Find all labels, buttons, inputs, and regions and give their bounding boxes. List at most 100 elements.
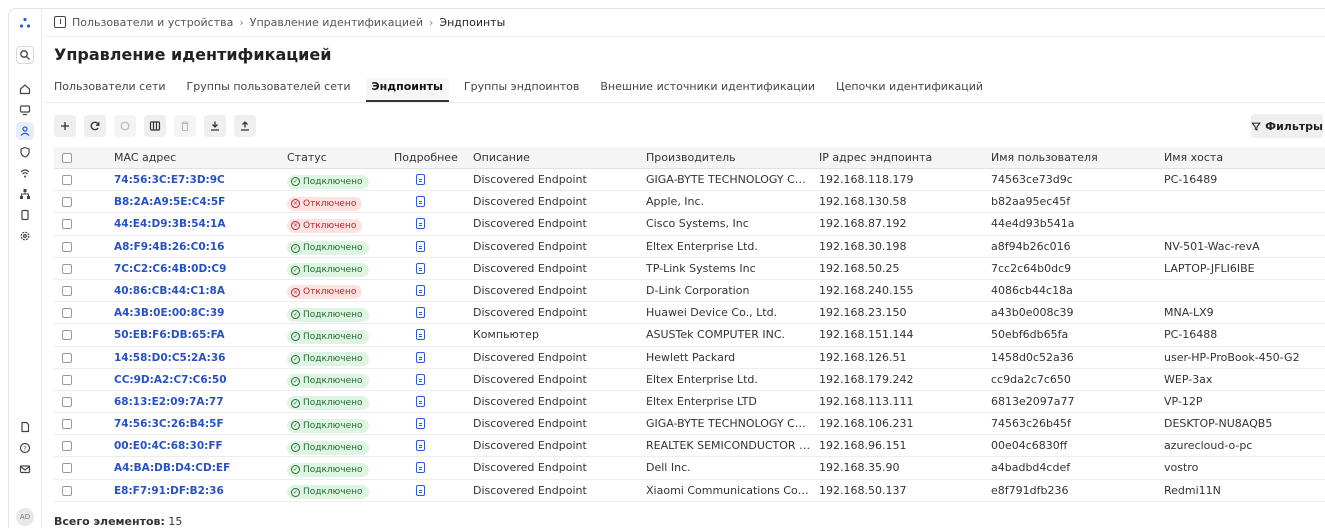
header-status[interactable]: Статус — [287, 147, 327, 169]
table-row[interactable]: A4:3B:0E:00:8C:39 ✓ Подключено Discovered E… — [54, 302, 1325, 325]
header-user[interactable]: Имя пользователя — [991, 147, 1098, 169]
details-document-icon[interactable] — [416, 440, 425, 452]
row-checkbox[interactable] — [62, 463, 72, 474]
mac-link[interactable]: 68:13:E2:09:7A:77 — [114, 391, 279, 413]
details-document-icon[interactable] — [416, 329, 425, 341]
mac-link[interactable]: A4:3B:0E:00:8C:39 — [114, 302, 279, 324]
row-checkbox[interactable] — [62, 308, 72, 319]
table-row[interactable]: 74:56:3C:26:B4:5F ✓ Подключено Discovered E… — [54, 413, 1325, 436]
details-document-icon[interactable] — [416, 373, 425, 385]
header-ip[interactable]: IP адрес эндпоинта — [819, 147, 932, 169]
table-row[interactable]: 40:86:CB:44:C1:8A × Отключено Discovered En… — [54, 280, 1325, 303]
device-icon[interactable] — [16, 206, 34, 224]
details-cell[interactable] — [416, 236, 436, 258]
tab-identity-chains[interactable]: Цепочки идентификаций — [836, 78, 983, 102]
upload-button[interactable] — [234, 115, 256, 137]
header-vendor[interactable]: Производитель — [646, 147, 736, 169]
details-cell[interactable] — [416, 347, 436, 369]
header-host[interactable]: Имя хоста — [1164, 147, 1223, 169]
row-checkbox[interactable] — [62, 352, 72, 363]
row-checkbox[interactable] — [62, 285, 72, 296]
details-document-icon[interactable] — [416, 240, 425, 252]
mac-link[interactable]: 40:86:CB:44:C1:8A — [114, 280, 279, 302]
tab-endpoints[interactable]: Эндпоинты — [365, 78, 449, 102]
mac-link[interactable]: 50:EB:F6:DB:65:FA — [114, 324, 279, 346]
details-document-icon[interactable] — [416, 196, 425, 208]
details-cell[interactable] — [416, 169, 436, 191]
mac-link[interactable]: 74:56:3C:26:B4:5F — [114, 413, 279, 435]
wifi-icon[interactable] — [16, 164, 34, 182]
table-row[interactable]: A8:F9:4B:26:C0:16 ✓ Подключено Discovered E… — [54, 236, 1325, 258]
mac-link[interactable]: 00:E0:4C:68:30:FF — [114, 435, 279, 457]
logo-icon[interactable] — [16, 14, 34, 32]
row-checkbox[interactable] — [62, 263, 72, 274]
breadcrumb-item[interactable]: Управление идентификацией — [250, 16, 423, 29]
columns-button[interactable] — [144, 115, 166, 137]
tab-endpoint-groups[interactable]: Группы эндпоинтов — [464, 78, 579, 102]
tab-network-user-groups[interactable]: Группы пользователей сети — [187, 78, 351, 102]
filters-button[interactable]: Фильтры — [1251, 114, 1323, 138]
shield-icon[interactable] — [16, 143, 34, 161]
mac-link[interactable]: B8:2A:A9:5E:C4:5F — [114, 191, 279, 213]
row-checkbox[interactable] — [62, 374, 72, 385]
details-cell[interactable] — [416, 457, 436, 479]
sidebar-toggle-icon[interactable] — [54, 16, 66, 28]
details-document-icon[interactable] — [416, 262, 425, 274]
mac-link[interactable]: 74:56:3C:E7:3D:9C — [114, 169, 279, 191]
comment-button[interactable] — [114, 115, 136, 137]
mac-link[interactable]: CC:9D:A2:C7:C6:50 — [114, 369, 279, 391]
details-cell[interactable] — [416, 191, 436, 213]
details-document-icon[interactable] — [416, 395, 425, 407]
row-checkbox[interactable] — [62, 197, 72, 208]
details-document-icon[interactable] — [416, 218, 425, 230]
table-row[interactable]: 00:E0:4C:68:30:FF ✓ Подключено Discovered E… — [54, 435, 1325, 458]
users-icon[interactable] — [16, 122, 34, 140]
details-cell[interactable] — [416, 413, 436, 435]
details-cell[interactable] — [416, 258, 436, 280]
table-row[interactable]: A4:BA:DB:D4:CD:EF ✓ Подключено Discovered E… — [54, 457, 1325, 480]
table-row[interactable]: B8:2A:A9:5E:C4:5F × Отключено Discovered En… — [54, 191, 1325, 214]
details-document-icon[interactable] — [416, 484, 425, 496]
download-button[interactable] — [204, 115, 226, 137]
details-document-icon[interactable] — [416, 418, 425, 430]
details-document-icon[interactable] — [416, 284, 425, 296]
row-checkbox[interactable] — [62, 396, 72, 407]
row-checkbox[interactable] — [62, 219, 72, 230]
mac-link[interactable]: 14:58:D0:C5:2A:36 — [114, 347, 279, 369]
details-cell[interactable] — [416, 280, 436, 302]
row-checkbox[interactable] — [62, 175, 72, 185]
home-icon[interactable] — [16, 80, 34, 98]
mac-link[interactable]: 7C:C2:C6:4B:0D:C9 — [114, 258, 279, 280]
row-checkbox[interactable] — [62, 419, 72, 430]
refresh-button[interactable] — [84, 115, 106, 137]
details-cell[interactable] — [416, 435, 436, 457]
details-document-icon[interactable] — [416, 174, 425, 185]
mac-link[interactable]: A4:BA:DB:D4:CD:EF — [114, 457, 279, 479]
tab-network-users[interactable]: Пользователи сети — [54, 78, 166, 102]
network-icon[interactable] — [16, 185, 34, 203]
table-row[interactable]: 68:13:E2:09:7A:77 ✓ Подключено Discovered E… — [54, 391, 1325, 414]
details-document-icon[interactable] — [416, 307, 425, 319]
details-cell[interactable] — [416, 480, 436, 502]
monitor-icon[interactable] — [16, 101, 34, 119]
delete-button[interactable] — [174, 115, 196, 137]
details-document-icon[interactable] — [416, 462, 425, 474]
avatar[interactable]: AD — [16, 508, 34, 526]
settings-icon[interactable] — [16, 227, 34, 245]
table-row[interactable]: 7C:C2:C6:4B:0D:C9 ✓ Подключено Discovered E… — [54, 258, 1325, 280]
details-cell[interactable] — [416, 302, 436, 324]
mac-link[interactable]: E8:F7:91:DF:B2:36 — [114, 480, 279, 502]
document-icon[interactable] — [16, 418, 34, 436]
table-row[interactable]: 44:E4:D9:3B:54:1A × Отключено Discovered En… — [54, 213, 1325, 236]
details-cell[interactable] — [416, 324, 436, 346]
header-details[interactable]: Подробнее — [394, 147, 458, 169]
header-description[interactable]: Описание — [473, 147, 530, 169]
header-mac[interactable]: MAC адрес — [114, 147, 176, 169]
details-cell[interactable] — [416, 369, 436, 391]
table-row[interactable]: 50:EB:F6:DB:65:FA ✓ Подключено Компьютер ASU… — [54, 324, 1325, 347]
table-row[interactable]: 14:58:D0:C5:2A:36 ✓ Подключено Discovered E… — [54, 347, 1325, 369]
details-document-icon[interactable] — [416, 351, 425, 363]
search-icon[interactable] — [16, 46, 34, 64]
table-row[interactable]: E8:F7:91:DF:B2:36 ✓ Подключено Discovered E… — [54, 480, 1325, 502]
table-row[interactable]: CC:9D:A2:C7:C6:50 ✓ Подключено Discovered E… — [54, 369, 1325, 391]
